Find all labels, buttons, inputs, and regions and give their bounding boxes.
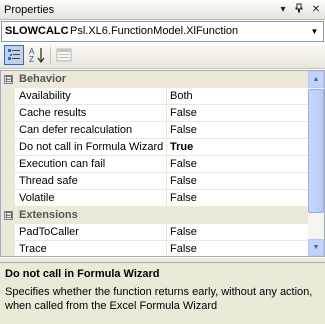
property-pages-button[interactable] [54, 45, 74, 65]
property-value[interactable]: False [170, 124, 197, 136]
properties-title-bar: Properties ▾ ✕ [0, 0, 325, 20]
property-name: Volatile [19, 192, 55, 204]
category-label: Behavior [19, 73, 67, 85]
property-name: Thread safe [19, 175, 78, 187]
column-divider [166, 105, 167, 122]
selected-object-name: SLOWCALC [5, 25, 69, 37]
column-divider [166, 224, 167, 241]
categorized-button[interactable] [4, 45, 24, 65]
property-pages-icon [56, 48, 72, 62]
property-value[interactable]: True [170, 141, 193, 153]
category-behavior[interactable]: ⊟ Behavior [1, 71, 308, 88]
property-row-cache-results[interactable]: Cache results False [1, 105, 308, 122]
property-grid[interactable]: ⊟ Behavior Availability Both Cache resul… [0, 70, 325, 257]
properties-toolbar: A Z [0, 43, 325, 69]
column-divider [166, 190, 167, 207]
alphabetical-icon: A Z [29, 47, 45, 64]
property-name: PadToCaller [19, 226, 79, 238]
property-value[interactable]: False [170, 226, 197, 238]
property-name: Availability [19, 90, 71, 102]
chevron-down-icon[interactable]: ▼ [307, 23, 322, 40]
scroll-down-arrow-icon[interactable]: ▼ [308, 239, 324, 256]
column-divider [166, 156, 167, 173]
column-divider [166, 88, 167, 105]
categorized-icon [8, 49, 20, 60]
property-row-trace[interactable]: Trace False [1, 241, 308, 256]
property-value[interactable]: False [170, 243, 197, 255]
property-name: Execution can fail [19, 158, 106, 170]
column-divider [166, 241, 167, 256]
object-selector-dropdown[interactable]: SLOWCALC Psl.XL6.FunctionModel.XlFunctio… [1, 21, 324, 42]
collapse-icon[interactable]: ⊟ [4, 75, 13, 84]
property-name: Do not call in Formula Wizard [19, 141, 164, 153]
scroll-up-arrow-icon[interactable]: ▲ [308, 71, 324, 88]
collapse-icon[interactable]: ⊟ [4, 211, 13, 220]
property-value[interactable]: False [170, 158, 197, 170]
scrollbar-thumb[interactable] [308, 89, 324, 213]
property-row-thread-safe[interactable]: Thread safe False [1, 173, 308, 190]
description-pane: Do not call in Formula Wizard Specifies … [0, 262, 325, 324]
property-value[interactable]: False [170, 192, 197, 204]
column-divider [166, 139, 167, 156]
property-row-can-defer-recalculation[interactable]: Can defer recalculation False [1, 122, 308, 139]
description-text: Specifies whether the function returns e… [5, 286, 313, 312]
property-name: Cache results [19, 107, 87, 119]
column-divider [166, 122, 167, 139]
property-row-volatile[interactable]: Volatile False [1, 190, 308, 207]
property-value[interactable]: False [170, 107, 197, 119]
vertical-scrollbar[interactable]: ▲ ▼ [308, 71, 324, 256]
property-name: Can defer recalculation [19, 124, 133, 136]
property-value[interactable]: False [170, 175, 197, 187]
alphabetical-button[interactable]: A Z [27, 45, 47, 65]
window-menu-dropdown-icon[interactable]: ▾ [276, 3, 290, 17]
svg-text:Z: Z [29, 55, 34, 64]
window-title: Properties [4, 4, 55, 16]
toolbar-separator [50, 47, 51, 64]
property-row-availability[interactable]: Availability Both [1, 88, 308, 105]
close-icon[interactable]: ✕ [309, 3, 323, 17]
property-row-padtocaller[interactable]: PadToCaller False [1, 224, 308, 241]
category-extensions[interactable]: ⊟ Extensions [1, 207, 308, 224]
description-title: Do not call in Formula Wizard [5, 268, 160, 280]
auto-hide-pin-icon[interactable] [292, 3, 306, 17]
property-name: Trace [19, 243, 47, 255]
property-row-execution-can-fail[interactable]: Execution can fail False [1, 156, 308, 173]
selected-object-type: Psl.XL6.FunctionModel.XlFunction [70, 25, 239, 37]
property-row-do-not-call-in-formula-wizard[interactable]: Do not call in Formula Wizard True [1, 139, 308, 156]
category-label: Extensions [19, 209, 78, 221]
column-divider [166, 173, 167, 190]
property-value[interactable]: Both [170, 90, 193, 102]
